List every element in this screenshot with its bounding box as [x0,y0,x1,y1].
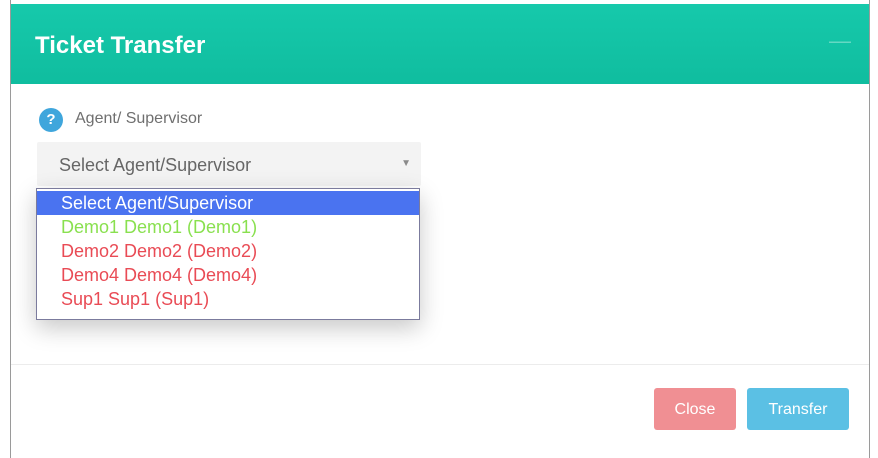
dropdown-option[interactable]: Sup1 Sup1 (Sup1) [37,287,419,311]
transfer-button[interactable]: Transfer [747,388,849,430]
dropdown-option[interactable]: Demo4 Demo4 (Demo4) [37,263,419,287]
select-value: Select Agent/Supervisor [59,155,252,175]
agent-supervisor-select[interactable]: Select Agent/Supervisor ▼ [37,142,421,186]
close-button[interactable]: Close [654,388,736,430]
dropdown-option[interactable]: Demo1 Demo1 (Demo1) [37,215,419,239]
modal-header: Ticket Transfer — [11,4,869,84]
dropdown-option[interactable]: Select Agent/Supervisor [37,191,419,215]
help-icon[interactable]: ? [39,108,63,132]
modal-title: Ticket Transfer [35,32,206,59]
footer-divider [11,364,869,365]
close-icon[interactable]: — [829,30,851,52]
dropdown-option[interactable]: Demo2 Demo2 (Demo2) [37,239,419,263]
chevron-down-icon[interactable]: ▼ [401,154,411,174]
agent-supervisor-dropdown: Select Agent/Supervisor Demo1 Demo1 (Dem… [36,188,420,320]
agent-supervisor-label: Agent/ Supervisor [75,110,203,127]
ticket-transfer-modal: Ticket Transfer — ? Agent/ Supervisor Se… [10,0,870,458]
